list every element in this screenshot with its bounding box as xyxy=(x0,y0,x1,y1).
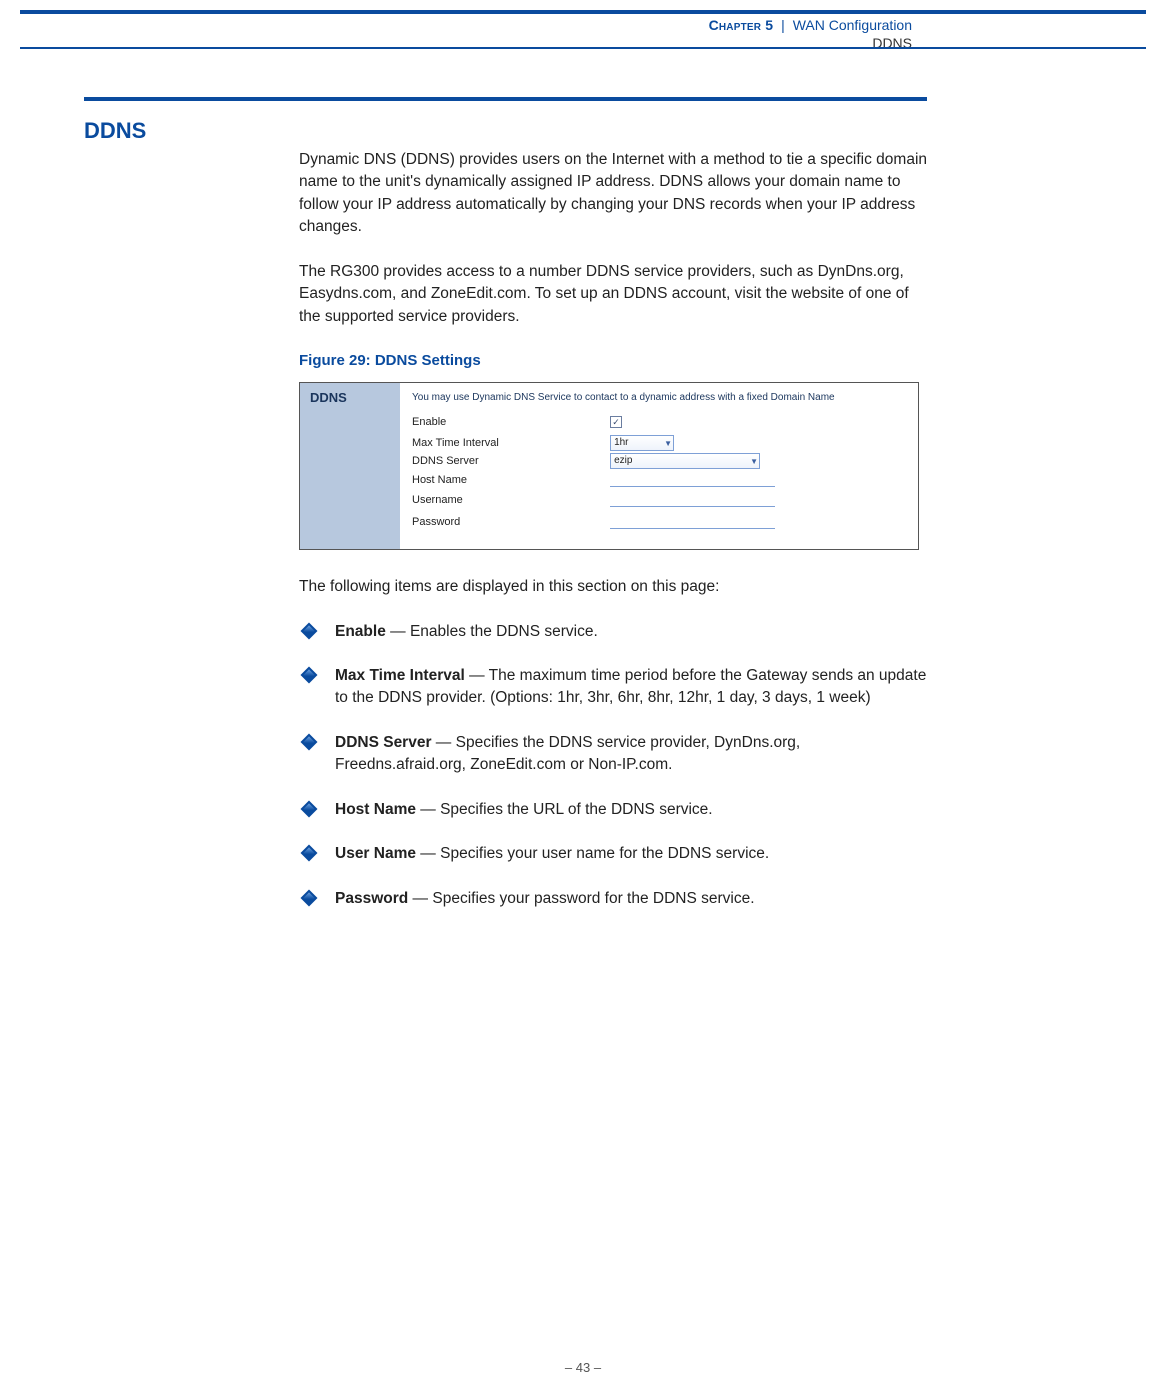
bullet-term: Password xyxy=(335,890,408,907)
diamond-bullet-icon xyxy=(301,845,318,862)
paragraph-1: Dynamic DNS (DDNS) provides users on the… xyxy=(299,149,929,239)
figure-sidebar: DDNS xyxy=(300,383,400,549)
bullet-desc: Specifies the URL of the DDNS service. xyxy=(440,801,713,818)
header-rule-bottom xyxy=(20,47,1146,49)
bullet-dash: — xyxy=(416,801,440,818)
body-column: Dynamic DNS (DDNS) provides users on the… xyxy=(299,149,929,932)
bullet-pass: Password — Specifies your password for t… xyxy=(299,888,929,910)
enable-checkbox[interactable]: ✓ xyxy=(610,416,622,428)
bullet-dash: — xyxy=(416,845,440,862)
interval-select[interactable]: 1hr ▼ xyxy=(610,435,674,451)
bullet-desc: Enables the DDNS service. xyxy=(410,623,598,640)
diamond-bullet-icon xyxy=(301,889,318,906)
bullet-term: User Name xyxy=(335,845,416,862)
server-select[interactable]: ezip ▼ xyxy=(610,453,760,469)
figure-content: You may use Dynamic DNS Service to conta… xyxy=(400,383,918,549)
bullet-desc: Specifies your password for the DDNS ser… xyxy=(432,890,754,907)
lead-in-text: The following items are displayed in thi… xyxy=(299,576,929,598)
bullet-host: Host Name — Specifies the URL of the DDN… xyxy=(299,799,929,821)
figure-row-user: Username xyxy=(412,493,775,509)
diamond-bullet-icon xyxy=(301,733,318,750)
figure-description: You may use Dynamic DNS Service to conta… xyxy=(412,391,835,406)
chapter-separator: | xyxy=(777,17,789,33)
username-input[interactable] xyxy=(610,494,775,507)
section-rule xyxy=(84,97,927,101)
chevron-down-icon: ▼ xyxy=(750,456,758,468)
section-title: DDNS xyxy=(84,118,146,144)
diamond-bullet-icon xyxy=(301,800,318,817)
header-section-label: DDNS xyxy=(709,35,912,53)
bullet-server: DDNS Server — Specifies the DDNS service… xyxy=(299,732,929,777)
figure-row-host: Host Name xyxy=(412,473,775,489)
figure-row-interval: Max Time Interval 1hr ▼ xyxy=(412,435,674,452)
figure-label-server: DDNS Server xyxy=(412,454,607,470)
interval-value: 1hr xyxy=(614,437,628,448)
figure-row-server: DDNS Server ezip ▼ xyxy=(412,453,760,470)
bullet-dash: — xyxy=(386,623,410,640)
figure-row-enable: Enable ✓ xyxy=(412,415,622,431)
bullet-term: Max Time Interval xyxy=(335,667,465,684)
chevron-down-icon: ▼ xyxy=(664,438,672,450)
bullet-enable: Enable — Enables the DDNS service. xyxy=(299,621,929,643)
host-input[interactable] xyxy=(610,474,775,487)
bullet-dash: — xyxy=(408,890,432,907)
figure-label-pass: Password xyxy=(412,515,607,531)
header-rule-top xyxy=(20,10,1146,14)
chapter-label: Chapter 5 xyxy=(709,17,774,33)
bullet-dash: — xyxy=(432,734,456,751)
bullet-desc: Specifies your user name for the DDNS se… xyxy=(440,845,769,862)
page-footer: – 43 – xyxy=(0,1360,1166,1375)
figure-label-enable: Enable xyxy=(412,415,607,431)
figure-label-host: Host Name xyxy=(412,473,607,489)
password-input[interactable] xyxy=(610,516,775,529)
chapter-title: WAN Configuration xyxy=(793,17,912,33)
bullet-interval: Max Time Interval — The maximum time per… xyxy=(299,665,929,710)
diamond-bullet-icon xyxy=(301,622,318,639)
figure-panel-title: DDNS xyxy=(310,389,347,408)
figure-row-pass: Password xyxy=(412,515,775,531)
bullet-user: User Name — Specifies your user name for… xyxy=(299,843,929,865)
bullet-list: Enable — Enables the DDNS service. Max T… xyxy=(299,621,929,911)
figure-label-interval: Max Time Interval xyxy=(412,436,607,452)
figure-caption: Figure 29: DDNS Settings xyxy=(299,350,929,372)
figure-ddns-settings: DDNS You may use Dynamic DNS Service to … xyxy=(299,382,919,550)
paragraph-2: The RG300 provides access to a number DD… xyxy=(299,261,929,328)
bullet-term: DDNS Server xyxy=(335,734,432,751)
server-value: ezip xyxy=(614,455,632,466)
diamond-bullet-icon xyxy=(301,666,318,683)
figure-label-user: Username xyxy=(412,493,607,509)
bullet-term: Host Name xyxy=(335,801,416,818)
bullet-term: Enable xyxy=(335,623,386,640)
bullet-dash: — xyxy=(465,667,489,684)
